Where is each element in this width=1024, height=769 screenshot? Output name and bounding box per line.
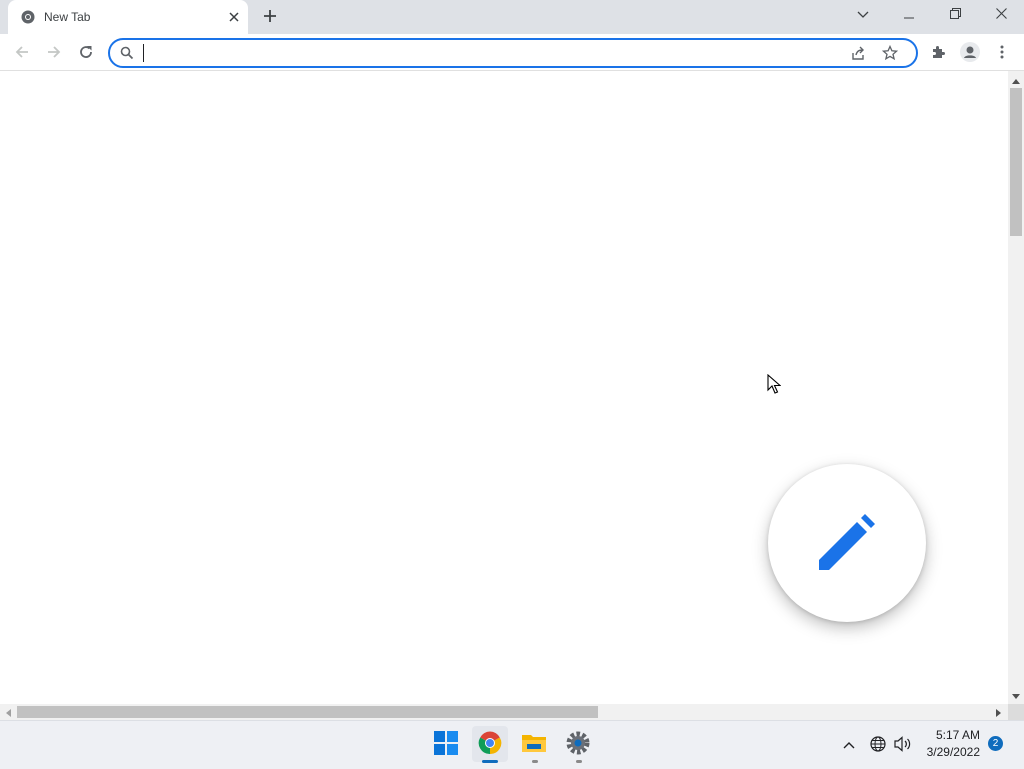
vertical-scroll-thumb[interactable]: [1010, 88, 1022, 236]
running-app-indicator: [576, 760, 582, 763]
scroll-down-arrow-icon[interactable]: [1011, 690, 1021, 704]
reload-icon: [78, 44, 94, 63]
clock-time[interactable]: 5:17 AM: [922, 728, 980, 742]
taskbar-chrome[interactable]: [472, 726, 508, 762]
minimize-icon: [904, 8, 914, 22]
active-app-indicator: [482, 760, 498, 763]
taskbar-file-explorer[interactable]: [516, 726, 552, 762]
close-window-button[interactable]: [978, 0, 1024, 30]
restore-icon: [949, 8, 961, 22]
plus-icon: [263, 9, 277, 26]
scrollbar-corner: [1008, 704, 1024, 720]
back-arrow-icon: [14, 44, 30, 63]
minimize-button[interactable]: [886, 0, 932, 30]
more-vert-icon: [1000, 45, 1004, 62]
close-icon[interactable]: [226, 9, 242, 25]
extensions-button[interactable]: [926, 41, 950, 65]
profile-icon: [960, 41, 980, 65]
address-input[interactable]: [142, 43, 832, 63]
share-icon[interactable]: [850, 45, 866, 64]
new-tab-button[interactable]: [260, 7, 280, 27]
reload-button[interactable]: [74, 41, 98, 65]
scroll-left-arrow-icon[interactable]: [4, 707, 12, 721]
chevron-up-icon[interactable]: [843, 738, 855, 752]
mouse-cursor-icon: [767, 373, 782, 397]
profile-button[interactable]: [958, 41, 982, 65]
file-explorer-icon: [521, 732, 547, 757]
star-icon[interactable]: [881, 44, 899, 64]
chevron-down-icon: [857, 8, 869, 22]
speaker-icon[interactable]: [894, 736, 912, 755]
taskbar-settings[interactable]: [560, 726, 596, 762]
address-bar[interactable]: [108, 38, 918, 68]
settings-icon: [565, 730, 591, 759]
pencil-icon: [815, 510, 879, 577]
start-button[interactable]: [428, 726, 464, 762]
windows-start-icon: [434, 730, 458, 758]
chrome-icon: [478, 730, 502, 758]
tab-title: New Tab: [44, 10, 91, 24]
extensions-icon: [930, 44, 946, 63]
running-app-indicator: [532, 760, 538, 763]
tab-search-button[interactable]: [840, 0, 886, 30]
scroll-right-arrow-icon[interactable]: [995, 707, 1003, 721]
search-icon: [120, 46, 134, 63]
menu-button[interactable]: [990, 41, 1014, 65]
tab-new-tab[interactable]: New Tab: [8, 0, 248, 34]
scroll-up-arrow-icon[interactable]: [1011, 74, 1021, 88]
notification-badge[interactable]: 2: [988, 736, 1003, 751]
clock-date[interactable]: 3/29/2022: [922, 745, 980, 759]
horizontal-scroll-thumb[interactable]: [17, 706, 598, 718]
restore-button[interactable]: [932, 0, 978, 30]
network-globe-icon[interactable]: [870, 736, 886, 755]
chrome-icon: [21, 10, 35, 24]
edit-fab-button[interactable]: [768, 464, 926, 622]
forward-button[interactable]: [42, 41, 66, 65]
forward-arrow-icon: [46, 44, 62, 63]
back-button[interactable]: [10, 41, 34, 65]
text-caret: [143, 44, 144, 62]
close-icon: [995, 8, 1007, 22]
